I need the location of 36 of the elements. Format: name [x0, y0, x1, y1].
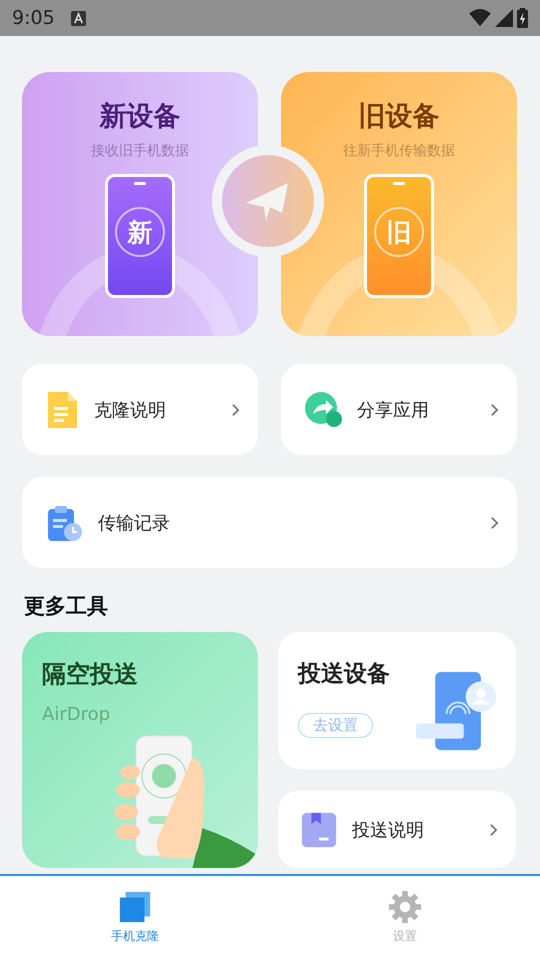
menu-link[interactable]: 传输记录 — [22, 477, 517, 568]
chevron-right-icon — [231, 402, 240, 416]
device-card-subtitle: 接收旧手机数据 — [91, 142, 189, 160]
settings-icon — [388, 890, 422, 924]
chevron-right-icon — [489, 822, 498, 836]
wifi-icon — [469, 9, 491, 27]
section-title: 更多工具 — [24, 593, 109, 620]
device-card-subtitle: 往新手机传输数据 — [343, 142, 455, 160]
phone-drawing: 新 — [105, 174, 175, 298]
cast-help-link[interactable]: 投送说明 — [278, 791, 516, 868]
share-arrow-icon — [303, 390, 343, 430]
device-card-title: 新设备 — [100, 100, 180, 134]
menu-link[interactable]: 克隆说明 — [22, 364, 258, 455]
airdrop-card[interactable]: 隔空投送 AirDrop — [22, 632, 258, 868]
battery-icon — [517, 8, 528, 28]
menu-link-label: 克隆说明 — [94, 398, 167, 422]
airdrop-subtitle: AirDrop — [42, 704, 112, 725]
signal-icon — [495, 9, 513, 27]
nav-tab[interactable]: 手机克隆 — [0, 876, 270, 960]
chevron-right-icon — [490, 516, 499, 530]
stacked-squares-icon — [118, 890, 152, 924]
notification-icon — [70, 10, 86, 26]
menu-link-label: 分享应用 — [357, 398, 430, 422]
menu-link[interactable]: 分享应用 — [281, 364, 517, 455]
cast-device-title: 投送设备 — [298, 660, 390, 689]
device-card-title: 旧设备 — [358, 100, 440, 134]
airdrop-title: 隔空投送 — [42, 659, 139, 690]
cast-help-label: 投送说明 — [352, 818, 425, 842]
device-card[interactable]: 新设备 接收旧手机数据 新 — [22, 72, 258, 336]
chevron-right-icon — [490, 402, 499, 416]
status-time: 9:05 — [12, 7, 55, 29]
device-card[interactable]: 旧设备 往新手机传输数据 旧 — [281, 72, 517, 336]
phone-drawing: 旧 — [364, 174, 434, 298]
box-icon — [300, 810, 338, 848]
menu-link-label: 传输记录 — [98, 512, 171, 534]
cast-device-card[interactable]: 投送设备 去设置 — [278, 632, 516, 769]
